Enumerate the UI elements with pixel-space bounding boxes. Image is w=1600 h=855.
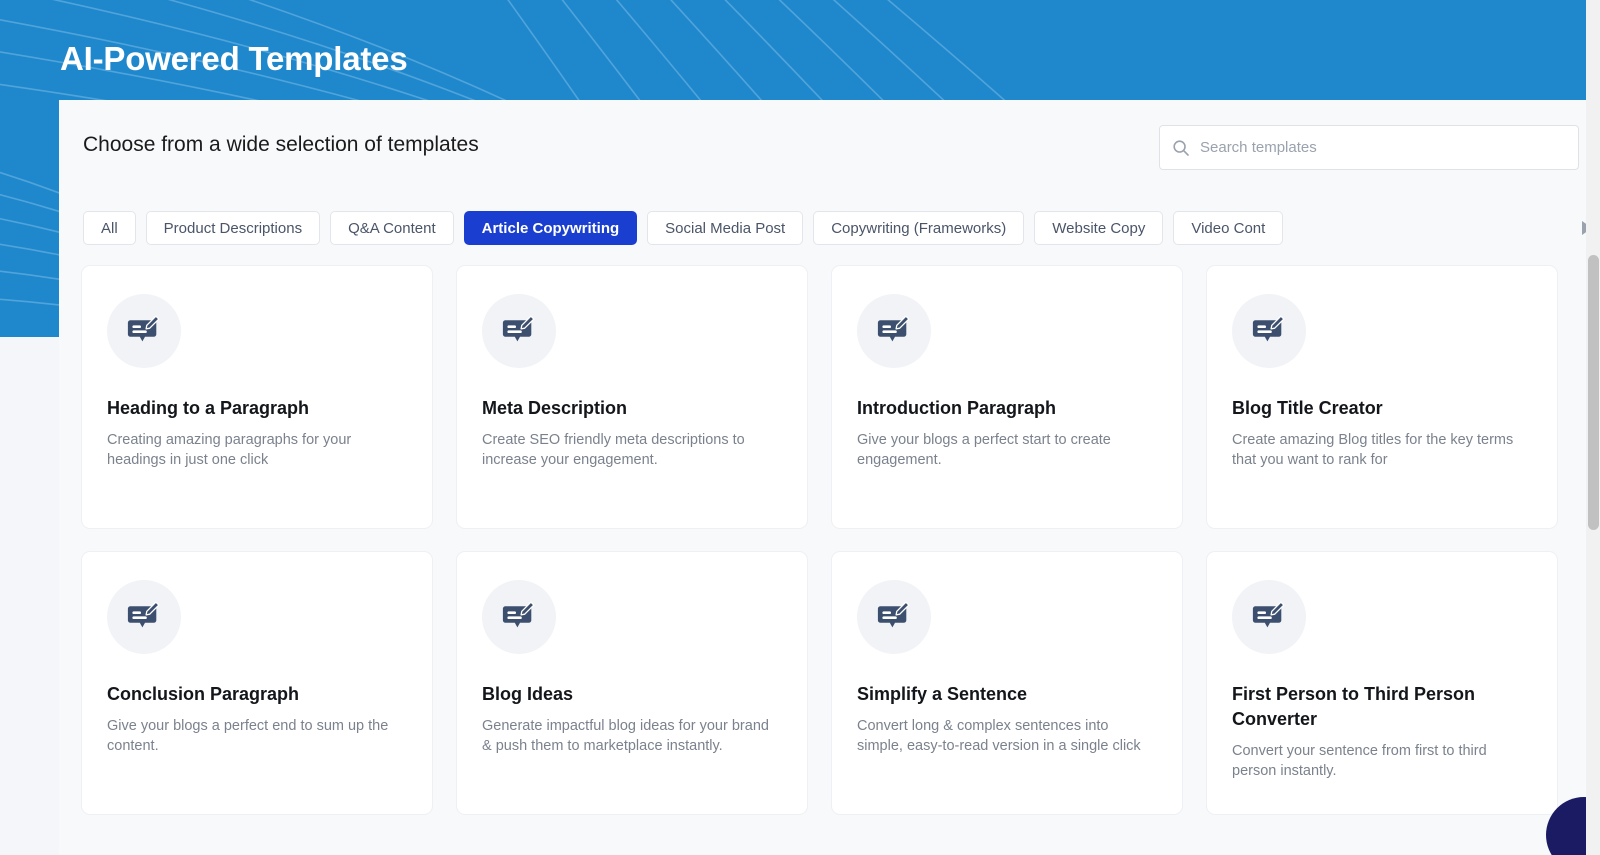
template-card[interactable]: Blog Title Creator Create amazing Blog ti… (1206, 265, 1558, 529)
chat-edit-icon (482, 294, 556, 368)
template-card[interactable]: First Person to Third Person Converter Co… (1206, 551, 1558, 815)
template-card-description: Convert long & complex sentences into si… (857, 716, 1157, 757)
template-card[interactable]: Simplify a Sentence Convert long & comple… (831, 551, 1183, 815)
template-card-description: Generate impactful blog ideas for your b… (482, 716, 782, 757)
template-card-title: Conclusion Paragraph (107, 682, 407, 707)
panel-heading: Choose from a wide selection of template… (83, 133, 479, 157)
search-icon (1172, 139, 1190, 157)
category-tab[interactable]: Article Copywriting (464, 211, 638, 245)
chat-edit-icon (1232, 580, 1306, 654)
page-title: AI-Powered Templates (60, 40, 407, 78)
app-root: AI-Powered Templates Choose from a wide … (0, 0, 1600, 855)
category-tab[interactable]: Product Descriptions (146, 211, 320, 245)
template-card[interactable]: Blog Ideas Generate impactful blog ideas … (456, 551, 808, 815)
template-card-description: Give your blogs a perfect end to sum up … (107, 716, 407, 757)
chat-edit-icon (107, 580, 181, 654)
chat-edit-icon (857, 294, 931, 368)
template-card-description: Give your blogs a perfect start to creat… (857, 430, 1157, 471)
template-card[interactable]: Meta Description Create SEO friendly meta… (456, 265, 808, 529)
template-card-title: First Person to Third Person Converter (1232, 682, 1532, 732)
template-card[interactable]: Introduction Paragraph Give your blogs a … (831, 265, 1183, 529)
template-card-title: Blog Title Creator (1232, 396, 1532, 421)
search-box[interactable] (1159, 125, 1579, 170)
templates-grid: Heading to a Paragraph Creating amazing p… (81, 265, 1600, 815)
chat-edit-icon (857, 580, 931, 654)
category-tabs[interactable]: All Product Descriptions Q&A Content Articl… (83, 210, 1600, 246)
template-card-title: Heading to a Paragraph (107, 396, 407, 421)
category-tab[interactable]: Copywriting (Frameworks) (813, 211, 1024, 245)
category-tab-label: Video Cont (1191, 220, 1265, 237)
chat-edit-icon (482, 580, 556, 654)
category-tab-label: Website Copy (1052, 220, 1145, 237)
template-card-title: Introduction Paragraph (857, 396, 1157, 421)
template-card-description: Create SEO friendly meta descriptions to… (482, 430, 782, 471)
hero-left-strip (0, 100, 59, 337)
category-tab[interactable]: All (83, 211, 136, 245)
panel-header: Choose from a wide selection of template… (59, 100, 1600, 198)
category-tab[interactable]: Social Media Post (647, 211, 803, 245)
template-card[interactable]: Heading to a Paragraph Creating amazing p… (81, 265, 433, 529)
template-card-description: Creating amazing paragraphs for your hea… (107, 430, 407, 471)
category-tab-label: Article Copywriting (482, 220, 620, 237)
page-scrollbar-thumb[interactable] (1588, 255, 1599, 530)
category-tab-label: Copywriting (Frameworks) (831, 220, 1006, 237)
category-tab-label: Product Descriptions (164, 220, 302, 237)
template-card-description: Convert your sentence from first to thir… (1232, 741, 1532, 782)
hero-strip-lines (0, 100, 59, 337)
category-tab[interactable]: Website Copy (1034, 211, 1163, 245)
category-tab-label: Social Media Post (665, 220, 785, 237)
category-tab[interactable]: Video Cont (1173, 211, 1283, 245)
category-tab-label: Q&A Content (348, 220, 436, 237)
template-card-title: Meta Description (482, 396, 782, 421)
template-card-title: Simplify a Sentence (857, 682, 1157, 707)
search-input[interactable] (1200, 139, 1566, 156)
template-card-description: Create amazing Blog titles for the key t… (1232, 430, 1532, 471)
template-card[interactable]: Conclusion Paragraph Give your blogs a pe… (81, 551, 433, 815)
category-tab[interactable]: Q&A Content (330, 211, 454, 245)
chat-edit-icon (107, 294, 181, 368)
category-tab-label: All (101, 220, 118, 237)
template-card-title: Blog Ideas (482, 682, 782, 707)
chat-edit-icon (1232, 294, 1306, 368)
templates-panel: Choose from a wide selection of template… (59, 100, 1600, 855)
